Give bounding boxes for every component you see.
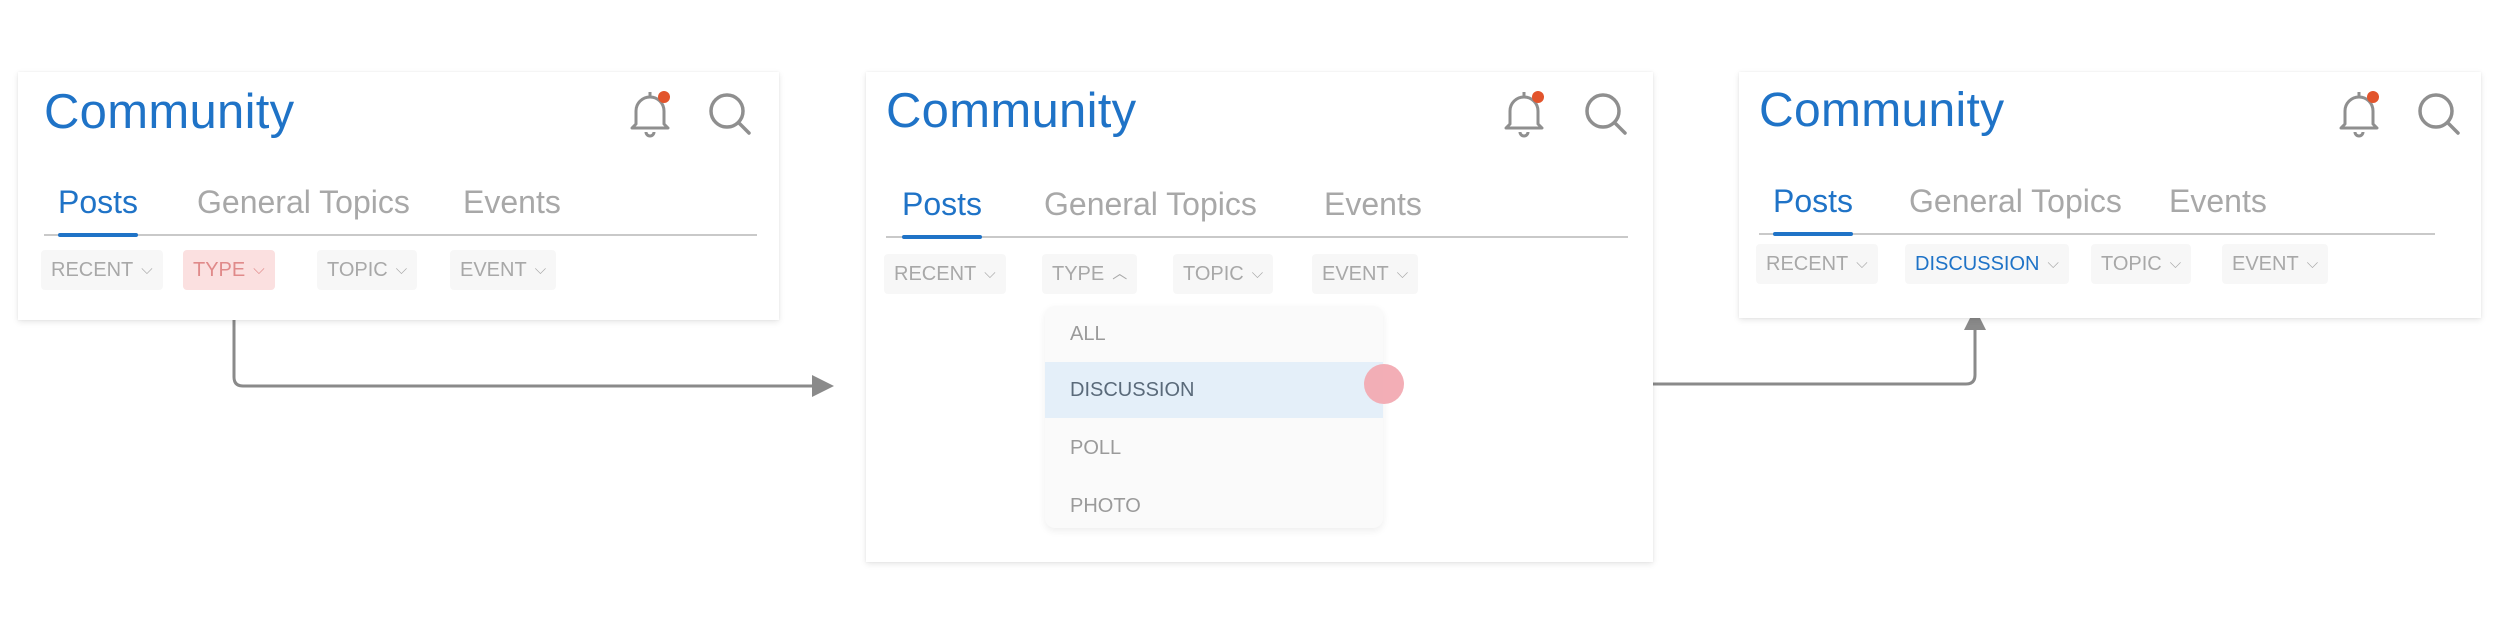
notification-badge: [1532, 91, 1544, 103]
tab-bar: Posts General Topics Events: [1759, 175, 2435, 236]
filter-label: TOPIC: [2101, 253, 2162, 275]
filter-event[interactable]: EVENT ⌵: [450, 250, 557, 290]
search-icon: [1585, 93, 1627, 135]
search-icon: [709, 93, 751, 135]
tab-general-topics[interactable]: General Topics: [1044, 178, 1257, 236]
filter-label: EVENT: [460, 259, 527, 281]
filter-topic[interactable]: TOPIC ⌵: [2091, 244, 2192, 284]
filter-event[interactable]: EVENT ⌵: [2222, 244, 2329, 284]
tab-posts[interactable]: Posts: [902, 178, 983, 239]
chevron-down-icon: ⌵: [2169, 255, 2182, 272]
notifications-button[interactable]: [1496, 86, 1552, 142]
filter-label: TYPE: [193, 259, 246, 281]
chevron-down-icon: ⌵: [2047, 255, 2059, 272]
filter-recent[interactable]: RECENT ⌵: [41, 250, 163, 290]
notifications-button[interactable]: [622, 86, 678, 142]
tab-general-topics[interactable]: General Topics: [1909, 175, 2122, 233]
filter-label: RECENT: [1766, 253, 1849, 275]
search-button[interactable]: [1578, 86, 1634, 142]
option-photo[interactable]: PHOTO: [1045, 478, 1383, 534]
search-icon: [2418, 93, 2460, 135]
notification-badge: [2367, 91, 2379, 103]
filter-label: EVENT: [2232, 253, 2299, 275]
filter-topic[interactable]: TOPIC ⌵: [317, 250, 418, 290]
tab-events[interactable]: Events: [1324, 178, 1422, 236]
chevron-down-icon: ⌵: [534, 261, 547, 278]
option-discussion[interactable]: DISCUSSION: [1045, 362, 1383, 418]
bell-icon: [630, 91, 670, 138]
filter-type[interactable]: TYPE ︿: [1042, 254, 1138, 294]
filter-type-discussion[interactable]: DISCUSSION ⌵: [1905, 244, 2069, 284]
chevron-down-icon: ⌵: [395, 261, 408, 278]
chevron-up-icon: ︿: [1112, 265, 1128, 282]
filter-recent[interactable]: RECENT ⌵: [1756, 244, 1878, 284]
bell-icon: [1504, 91, 1544, 138]
filter-type[interactable]: TYPE ⌵: [183, 250, 275, 290]
filter-label: RECENT: [51, 259, 134, 281]
tab-events[interactable]: Events: [463, 176, 561, 234]
filter-label: RECENT: [894, 263, 977, 285]
tab-bar: Posts General Topics Events: [886, 178, 1628, 239]
filter-label: EVENT: [1322, 263, 1389, 285]
tab-posts[interactable]: Posts: [1773, 175, 1854, 236]
filter-label: TOPIC: [1183, 263, 1244, 285]
page-title: Community: [886, 84, 1137, 138]
community-screen-step-2: Community Posts General Topics Events RE…: [866, 72, 1653, 562]
filter-label: TOPIC: [327, 259, 388, 281]
type-dropdown-menu: ALL DISCUSSION POLL PHOTO: [1045, 306, 1383, 528]
tap-indicator: [1364, 364, 1404, 404]
bell-icon: [2339, 91, 2379, 138]
chevron-down-icon: ⌵: [2306, 255, 2319, 272]
tab-posts[interactable]: Posts: [58, 176, 139, 237]
tab-bar: Posts General Topics Events: [44, 176, 757, 237]
chevron-down-icon: ⌵: [253, 261, 265, 278]
flow-arrow-1-head: [812, 375, 834, 397]
community-screen-step-3: Community Posts General Topics Events RE…: [1739, 72, 2481, 318]
page-title: Community: [1759, 84, 2005, 137]
chevron-down-icon: ⌵: [1251, 265, 1264, 282]
search-button[interactable]: [702, 86, 758, 142]
chevron-down-icon: ⌵: [984, 265, 996, 282]
chevron-down-icon: ⌵: [141, 261, 153, 278]
tab-events[interactable]: Events: [2169, 175, 2267, 233]
notification-badge: [658, 91, 670, 103]
filter-label: DISCUSSION: [1915, 253, 2040, 275]
search-button[interactable]: [2411, 86, 2467, 142]
tab-general-topics[interactable]: General Topics: [197, 176, 410, 234]
option-poll[interactable]: POLL: [1045, 420, 1383, 476]
filter-recent[interactable]: RECENT ⌵: [884, 254, 1006, 294]
page-title: Community: [44, 85, 295, 139]
filter-event[interactable]: EVENT ⌵: [1312, 254, 1419, 294]
chevron-down-icon: ⌵: [1396, 265, 1409, 282]
notifications-button[interactable]: [2331, 86, 2387, 142]
chevron-down-icon: ⌵: [1856, 255, 1868, 272]
filter-label: TYPE: [1052, 263, 1105, 285]
option-all[interactable]: ALL: [1045, 306, 1383, 362]
filter-topic[interactable]: TOPIC ⌵: [1173, 254, 1274, 294]
community-screen-step-1: Community Posts General Topics Events RE…: [18, 72, 779, 320]
